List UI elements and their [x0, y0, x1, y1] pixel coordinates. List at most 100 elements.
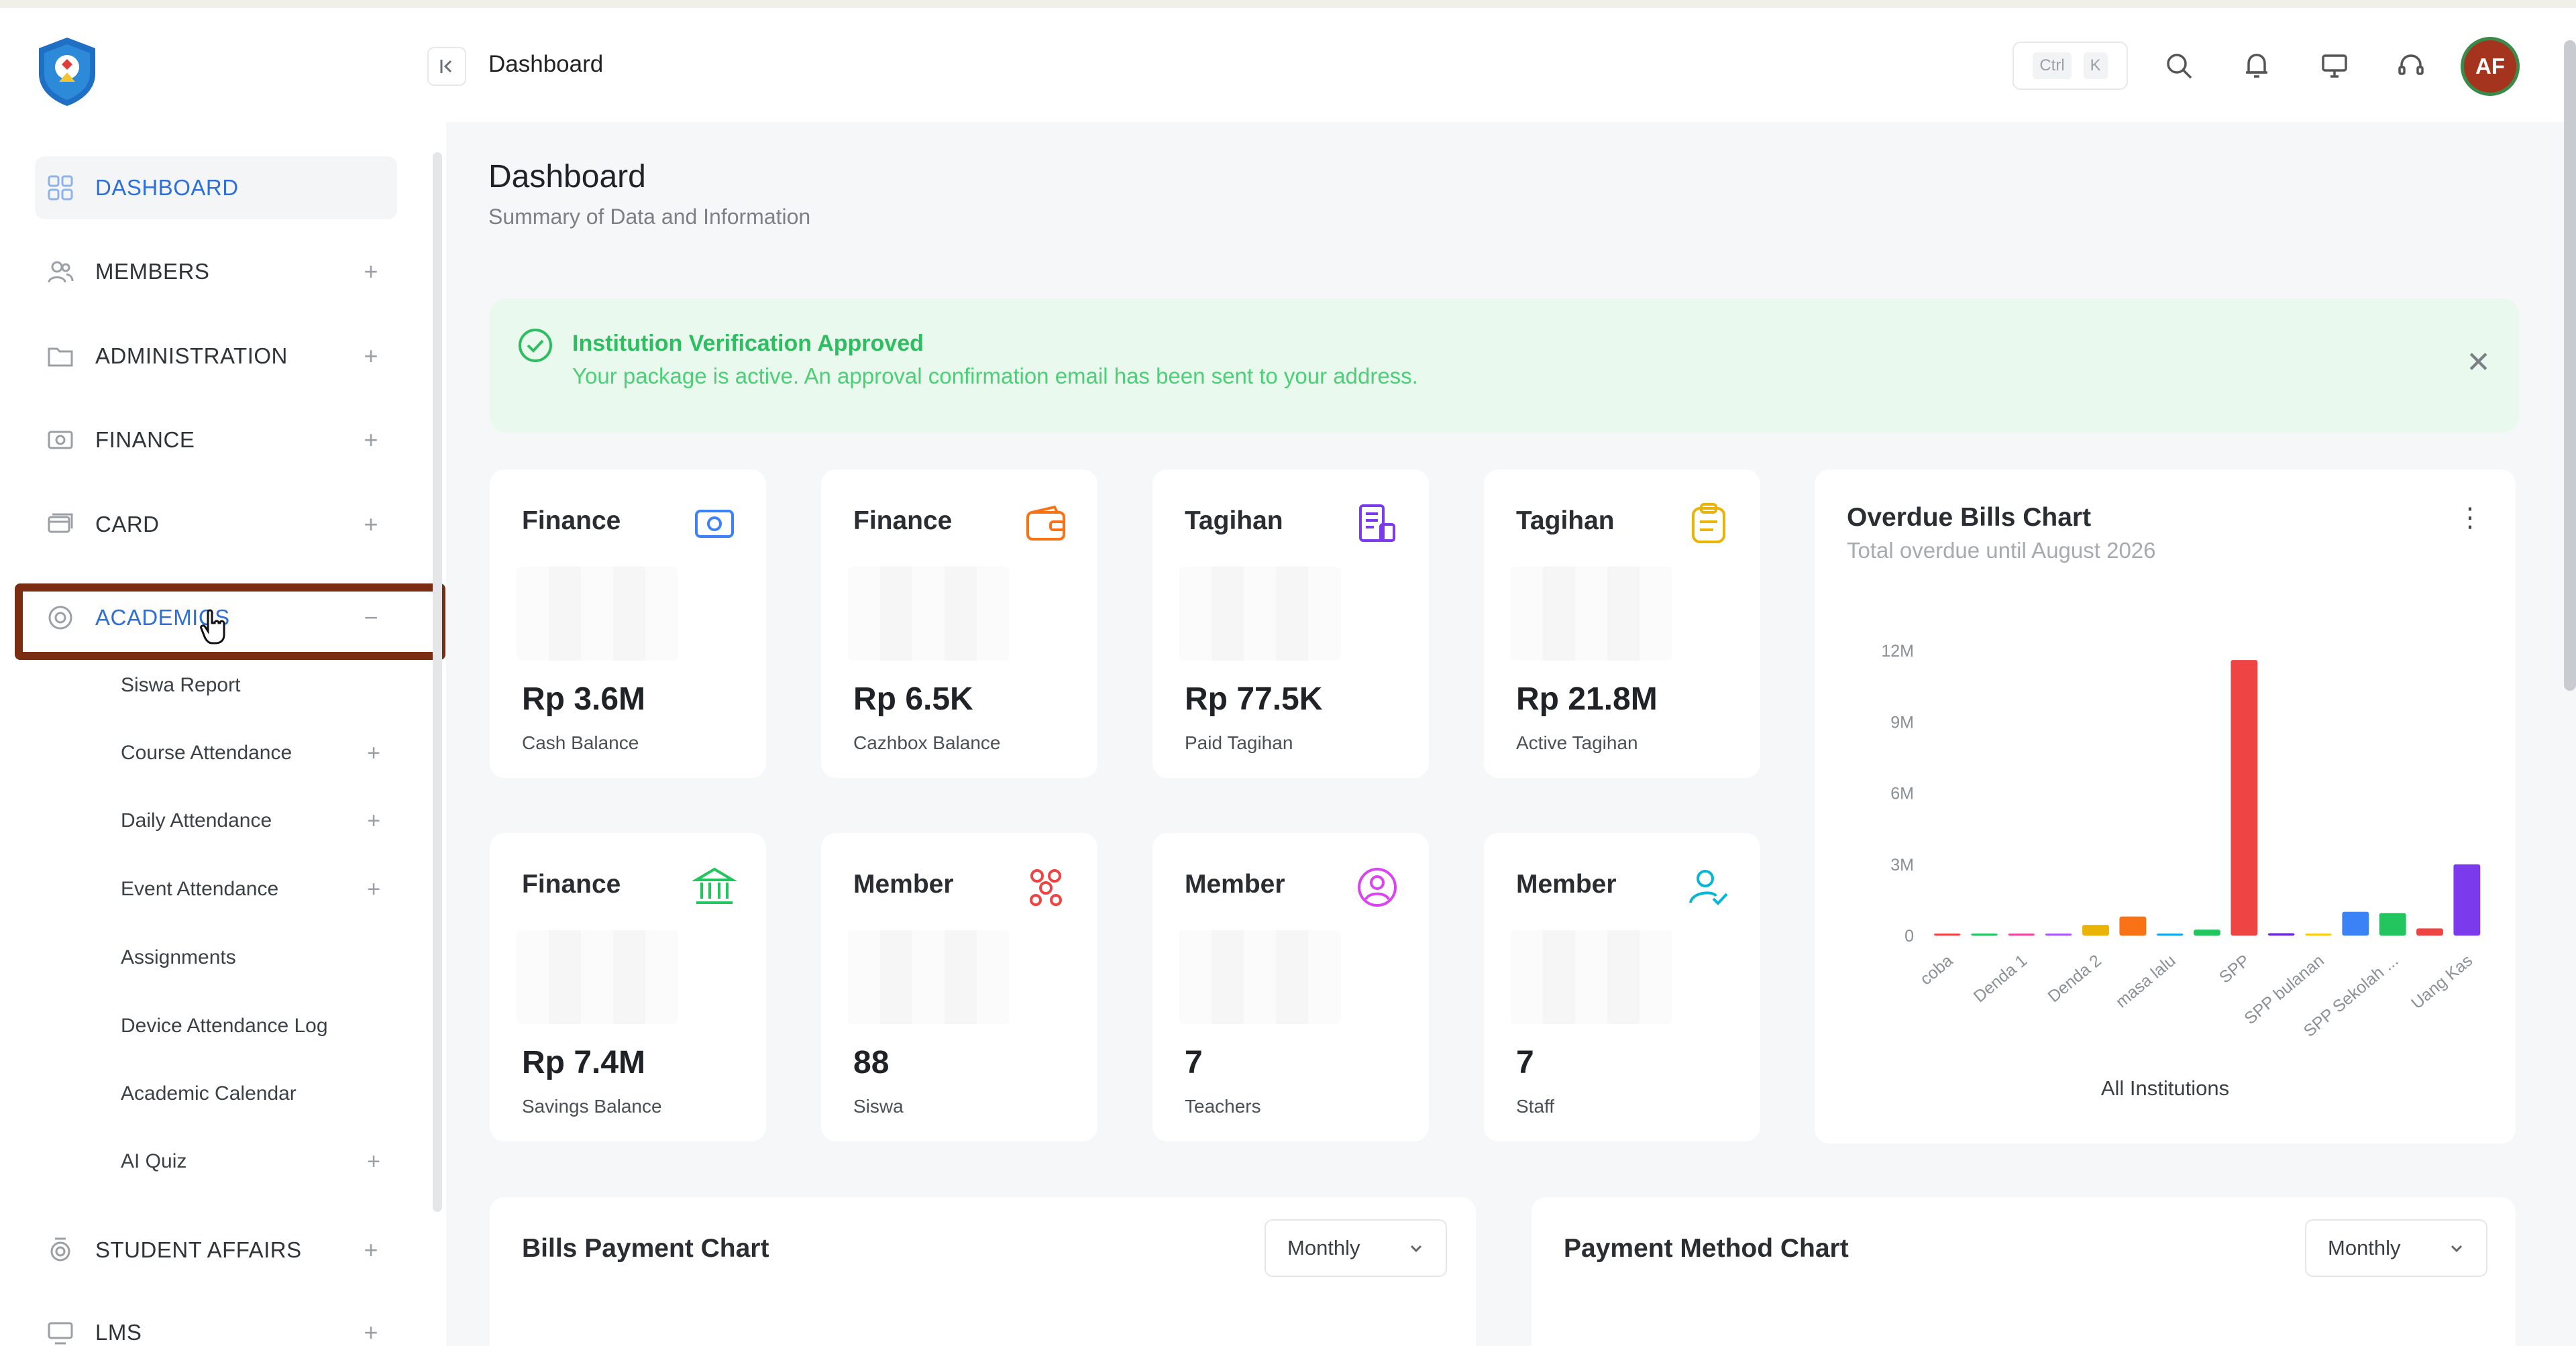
user-circle-icon	[1355, 865, 1399, 909]
expand-icon[interactable]: +	[361, 258, 381, 286]
select-value: Monthly	[1287, 1236, 1360, 1259]
sidebar-item-dashboard[interactable]: DASHBOARD	[35, 156, 397, 219]
stat-card-siswa[interactable]: Member 88 Siswa	[821, 833, 1097, 1141]
chart-bar[interactable]	[2194, 930, 2220, 936]
alert-message: Your package is active. An approval conf…	[572, 363, 1418, 388]
card-title: Member	[1185, 870, 1285, 899]
chart-bar[interactable]	[1933, 934, 1961, 936]
chart-bar[interactable]	[2119, 916, 2147, 936]
card-placeholder-pattern	[517, 930, 678, 1024]
period-select[interactable]: Monthly	[1265, 1219, 1447, 1277]
card-label: Cash Balance	[522, 732, 639, 753]
stat-card-cash-balance[interactable]: Finance Rp 3.6M Cash Balance	[490, 469, 766, 778]
sidebar-item-label: ADMINISTRATION	[95, 343, 288, 368]
expand-icon[interactable]: +	[361, 1236, 381, 1264]
lms-icon	[46, 1318, 75, 1346]
card-title: Finance	[522, 870, 621, 899]
card-placeholder-pattern	[1179, 567, 1340, 661]
expand-icon[interactable]: +	[361, 426, 381, 454]
chart-bar[interactable]	[2305, 934, 2332, 936]
expand-icon[interactable]: +	[364, 808, 384, 834]
card-label: Siswa	[853, 1096, 904, 1117]
chart-bar[interactable]	[2082, 925, 2109, 936]
sub-item-label: Device Attendance Log	[121, 1015, 328, 1037]
bell-icon[interactable]	[2239, 48, 2274, 83]
y-tick-label: 6M	[1890, 785, 1914, 803]
chart-bar[interactable]	[2342, 911, 2369, 936]
sidebar-item-student-affairs[interactable]: STUDENT AFFAIRS +	[35, 1219, 397, 1282]
card-value: 88	[853, 1045, 890, 1080]
search-icon[interactable]	[2161, 48, 2196, 83]
medal-icon	[46, 1235, 75, 1265]
academics-assignments[interactable]: Assignments	[121, 934, 396, 981]
logo[interactable]	[35, 35, 99, 107]
stat-card-active-tagihan[interactable]: Tagihan Rp 21.8M Active Tagihan	[1484, 469, 1760, 778]
sidebar-item-card[interactable]: CARD +	[35, 493, 397, 556]
chart-bar[interactable]	[1971, 934, 1998, 936]
receipt-icon	[1355, 502, 1399, 546]
academics-daily-attendance[interactable]: Daily Attendance +	[121, 797, 396, 844]
stat-card-cazhbox-balance[interactable]: Finance Rp 6.5K Cazhbox Balance	[821, 469, 1097, 778]
avatar[interactable]: AF	[2461, 37, 2520, 96]
stat-card-savings-balance[interactable]: Finance Rp 7.4M Savings Balance	[490, 833, 766, 1141]
sidebar-item-administration[interactable]: ADMINISTRATION +	[35, 325, 397, 388]
overdue-bar-chart: 0 3M 6M 9M 12M coba Denda 1 Denda 2 masa lalu SPP…	[1881, 642, 2481, 1041]
sidebar-item-members[interactable]: MEMBERS +	[35, 240, 397, 303]
card-title: Member	[853, 870, 954, 899]
chart-bar[interactable]	[2416, 928, 2443, 936]
grid-icon	[46, 173, 75, 203]
command-search-shortcut[interactable]: Ctrl K	[2012, 42, 2128, 90]
chart-bar[interactable]	[2045, 934, 2072, 936]
period-select[interactable]: Monthly	[2305, 1219, 2487, 1277]
expand-icon[interactable]: +	[361, 1319, 381, 1346]
kbd-k: K	[2083, 52, 2108, 79]
y-tick-label: 12M	[1881, 642, 1914, 661]
sidebar-item-label: STUDENT AFFAIRS	[95, 1237, 302, 1262]
expand-icon[interactable]: +	[364, 877, 384, 903]
academics-ai-quiz[interactable]: AI Quiz +	[121, 1138, 396, 1185]
stat-card-staff[interactable]: Member 7 Staff	[1484, 833, 1760, 1141]
y-tick-label: 3M	[1890, 856, 1914, 875]
sub-item-label: Course Attendance	[121, 742, 292, 764]
academics-device-attendance-log[interactable]: Device Attendance Log	[121, 1003, 396, 1050]
x-tick-label: Denda 2	[2044, 951, 2104, 1006]
sidebar-item-label: MEMBERS	[95, 259, 210, 284]
expand-icon[interactable]: +	[364, 1149, 384, 1175]
card-value: Rp 3.6M	[522, 681, 646, 717]
academics-event-attendance[interactable]: Event Attendance +	[121, 866, 396, 913]
monitor-icon[interactable]	[2317, 48, 2352, 83]
card-title: Finance	[853, 506, 953, 535]
chevron-down-icon	[1410, 1245, 1422, 1253]
expand-icon[interactable]: +	[364, 740, 384, 767]
stat-card-paid-tagihan[interactable]: Tagihan Rp 77.5K Paid Tagihan	[1152, 469, 1429, 778]
chart-bar[interactable]	[2267, 933, 2295, 936]
breadcrumb[interactable]: Dashboard	[488, 51, 603, 78]
chart-bar[interactable]	[2008, 934, 2035, 936]
collapse-sidebar-button[interactable]	[427, 47, 466, 86]
clipboard-icon	[1686, 502, 1731, 546]
support-icon[interactable]	[2394, 48, 2428, 83]
sidebar-item-lms[interactable]: LMS +	[35, 1301, 397, 1346]
stat-card-teachers[interactable]: Member 7 Teachers	[1152, 833, 1429, 1141]
card-value: Rp 21.8M	[1516, 681, 1658, 717]
chart-bar[interactable]	[2379, 913, 2406, 936]
academics-academic-calendar[interactable]: Academic Calendar	[121, 1070, 396, 1117]
chart-bar[interactable]	[2156, 934, 2184, 936]
academics-siswa-report[interactable]: Siswa Report	[121, 662, 396, 709]
card-value: Rp 7.4M	[522, 1045, 646, 1080]
select-value: Monthly	[2328, 1236, 2401, 1259]
expand-icon[interactable]: +	[361, 342, 381, 370]
sidebar-item-finance[interactable]: FINANCE +	[35, 408, 397, 471]
chart-bar[interactable]	[2453, 864, 2481, 936]
payment-method-chart-card: Payment Method Chart Monthly	[1532, 1197, 2516, 1346]
sidebar-scrollbar[interactable]	[433, 152, 442, 1212]
expand-icon[interactable]: +	[361, 510, 381, 539]
page-scrollbar[interactable]	[2564, 40, 2576, 691]
card-label: Paid Tagihan	[1185, 732, 1293, 753]
collapse-icon[interactable]: −	[361, 604, 381, 632]
y-tick-label: 9M	[1890, 713, 1914, 732]
chart-bar[interactable]	[2231, 660, 2258, 936]
card-title: Bills Payment Chart	[522, 1234, 769, 1263]
academics-course-attendance[interactable]: Course Attendance +	[121, 730, 396, 777]
close-icon[interactable]: ✕	[2466, 345, 2491, 380]
